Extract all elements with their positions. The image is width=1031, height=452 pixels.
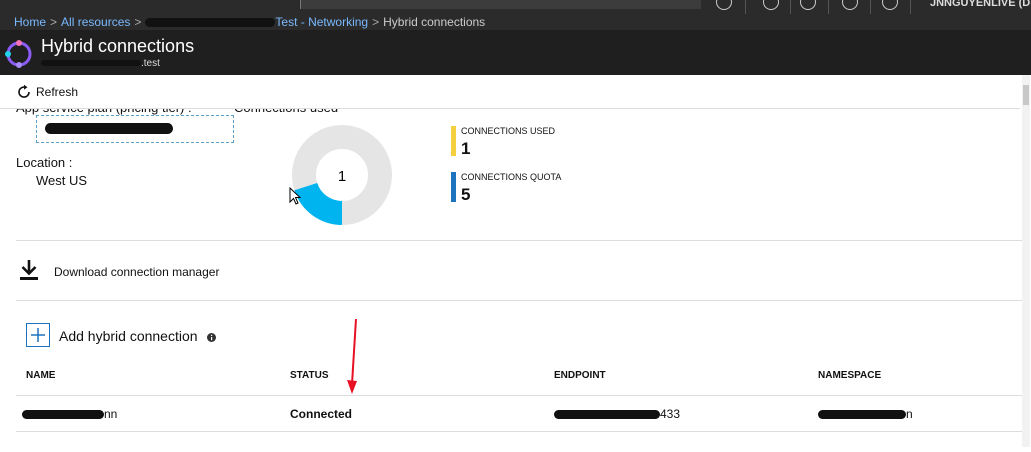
- divider: [16, 431, 1022, 432]
- redaction: [554, 410, 660, 420]
- divider: [745, 0, 746, 14]
- cell-namespace: n: [818, 407, 913, 421]
- divider: [790, 0, 791, 14]
- blade-subtitle: .test: [41, 58, 160, 69]
- plan-link[interactable]: [36, 115, 234, 143]
- column-header-endpoint[interactable]: ENDPOINT: [554, 370, 606, 381]
- breadcrumb: Home > All resources > Test - Networking > Hyb…: [14, 15, 485, 29]
- refresh-icon: [18, 84, 30, 98]
- divider: [16, 240, 1022, 241]
- connections-donut-chart: 1: [292, 125, 392, 225]
- legend-quota-value: 5: [461, 185, 471, 204]
- cell-endpoint: 433: [554, 407, 680, 421]
- legend-quota-swatch: [451, 172, 456, 202]
- donut-center-value: 1: [338, 168, 346, 185]
- redaction: [45, 123, 173, 134]
- chevron-right-icon: >: [50, 15, 58, 29]
- location-value: West US: [36, 173, 88, 188]
- column-header-status[interactable]: STATUS: [290, 370, 329, 381]
- feedback-icon[interactable]: [800, 0, 816, 10]
- search-input[interactable]: [300, 0, 701, 9]
- breadcrumb-home[interactable]: Home: [14, 15, 46, 29]
- chevron-right-icon: >: [134, 15, 142, 29]
- chevron-right-icon: >: [372, 15, 380, 29]
- location-label: Location :: [16, 155, 73, 170]
- divider: [910, 0, 911, 14]
- settings-icon[interactable]: [842, 0, 858, 10]
- cell-status: Connected: [290, 407, 353, 421]
- notifications-icon[interactable]: [716, 0, 732, 10]
- account-name[interactable]: JNNGUYENLIVE (DEFA: [930, 0, 1031, 9]
- divider: [16, 300, 1022, 301]
- legend-quota-title: CONNECTIONS QUOTA: [461, 172, 562, 182]
- scrollbar-thumb[interactable]: [1023, 85, 1029, 105]
- refresh-label: Refresh: [36, 85, 79, 99]
- command-bar: [0, 75, 1020, 109]
- download-connection-manager-link[interactable]: Download connection manager: [54, 265, 219, 279]
- help-icon[interactable]: [882, 0, 898, 10]
- redaction: [41, 60, 141, 67]
- cloud-shell-icon[interactable]: [763, 0, 779, 10]
- add-hybrid-connection-button[interactable]: Add hybrid connection: [59, 328, 198, 344]
- legend-used-swatch: [451, 126, 456, 156]
- legend-used-value: 1: [461, 139, 471, 158]
- column-header-name[interactable]: NAME: [26, 370, 55, 381]
- breadcrumb-current: Hybrid connections: [383, 15, 486, 29]
- breadcrumb-all-resources[interactable]: All resources: [61, 15, 130, 29]
- divider: [828, 0, 829, 14]
- scrollbar[interactable]: [1022, 75, 1030, 447]
- hybrid-connections-icon: [5, 40, 32, 68]
- redaction: [818, 410, 906, 420]
- mouse-cursor-icon: [289, 187, 302, 205]
- breadcrumb-networking[interactable]: Test - Networking: [275, 15, 368, 29]
- refresh-button[interactable]: Refresh: [16, 84, 78, 100]
- download-icon[interactable]: [18, 258, 40, 282]
- add-icon[interactable]: [26, 323, 50, 347]
- column-header-namespace[interactable]: NAMESPACE: [818, 370, 881, 381]
- redaction: [22, 410, 104, 420]
- cell-name: nn: [22, 407, 117, 421]
- annotation-arrow-icon: [347, 318, 357, 394]
- divider: [870, 0, 871, 14]
- blade-title: Hybrid connections: [41, 36, 195, 56]
- redaction: [145, 18, 276, 28]
- divider: [16, 395, 1022, 396]
- legend-used-title: CONNECTIONS USED: [461, 126, 556, 136]
- info-icon[interactable]: [207, 333, 216, 342]
